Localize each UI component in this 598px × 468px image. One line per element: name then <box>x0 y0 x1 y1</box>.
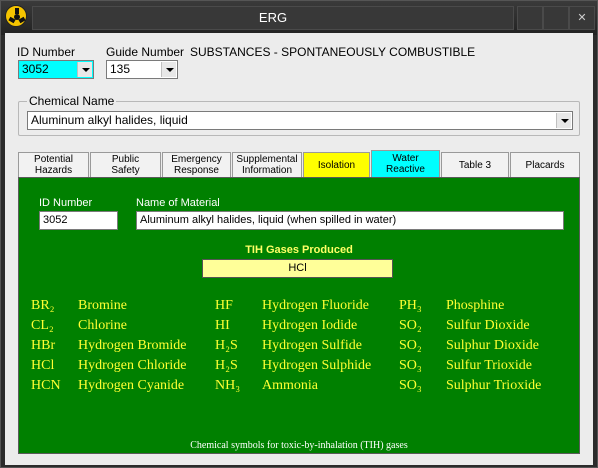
gas-symbol: SO₃ <box>399 358 422 373</box>
gas-symbol: HI <box>215 318 230 333</box>
tih-footnote: Chemical symbols for toxic-by-inhalation… <box>190 440 408 451</box>
tab-placards[interactable]: Placards <box>510 152 580 177</box>
chemical-name-group: Chemical Name Aluminum alkyl halides, li… <box>18 94 580 136</box>
title-bar[interactable]: ERG ✕ <box>1 1 597 35</box>
tab-table-3[interactable]: Table 3 <box>441 152 509 177</box>
maximize-button[interactable] <box>543 6 569 30</box>
radiation-icon[interactable] <box>5 5 27 27</box>
gas-symbol: PH₃ <box>399 298 422 313</box>
id-number-value: 3052 <box>22 62 49 76</box>
gas-name: Hydrogen Fluoride <box>262 298 369 313</box>
water-reactive-panel: ID Number 3052 Name of Material Aluminum… <box>18 177 580 454</box>
gas-name: Hydrogen Chloride <box>78 358 187 373</box>
gas-name: Hydrogen Cyanide <box>78 378 185 393</box>
id-number-label: ID Number <box>17 45 76 59</box>
chemical-name-label: Chemical Name <box>27 94 117 108</box>
main-form: ID Number 3052 Guide Number 135 SUBSTANC… <box>5 33 593 465</box>
gas-symbol: SO₃ <box>399 378 422 393</box>
panel-id-field[interactable]: 3052 <box>39 211 118 230</box>
gas-name: Sulfur Trioxide <box>446 358 532 373</box>
minimize-button[interactable] <box>517 6 543 30</box>
tab-emergency-response[interactable]: Emergency Response <box>162 152 231 177</box>
panel-name-field[interactable]: Aluminum alkyl halides, liquid (when spi… <box>136 211 564 230</box>
gas-symbol: BR₂ <box>31 298 55 313</box>
chevron-down-icon[interactable] <box>161 62 176 77</box>
tab-potential-hazards[interactable]: Potential Hazards <box>18 152 89 177</box>
erg-window: ERG ✕ ID Number 3052 Guide Number 135 SU… <box>0 0 598 468</box>
gas-name: Sulfur Dioxide <box>446 318 530 333</box>
gas-name: Hydrogen Iodide <box>262 318 358 333</box>
gas-symbol: SO₂ <box>399 338 422 353</box>
id-number-select[interactable]: 3052 <box>18 60 94 79</box>
tab-supplemental-information[interactable]: Supplemental Information <box>232 152 302 177</box>
gas-name: Sulphur Dioxide <box>446 338 539 353</box>
chemical-name-select[interactable]: Aluminum alkyl halides, liquid <box>27 111 573 130</box>
chevron-down-icon[interactable] <box>77 62 92 77</box>
tih-gas-field[interactable]: HCl <box>202 259 393 278</box>
gas-name: Phosphine <box>446 298 505 313</box>
gas-symbol: HBr <box>31 338 56 353</box>
panel-name-label: Name of Material <box>136 197 220 209</box>
window-title: ERG <box>32 6 514 30</box>
guide-number-select[interactable]: 135 <box>106 60 178 79</box>
gas-name: Hydrogen Sulphide <box>262 358 372 373</box>
gas-symbol: SO₂ <box>399 318 422 333</box>
tab-isolation[interactable]: Isolation <box>303 152 370 177</box>
gas-name: Hydrogen Bromide <box>78 338 187 353</box>
gas-symbol: HCN <box>31 378 61 393</box>
panel-id-label: ID Number <box>39 197 93 209</box>
gas-symbol: NH₃ <box>215 378 241 393</box>
guide-number-value: 135 <box>110 62 131 76</box>
guide-number-label: Guide Number <box>106 45 185 59</box>
chemical-name-value: Aluminum alkyl halides, liquid <box>31 113 188 127</box>
gas-name: Chlorine <box>78 318 127 333</box>
guide-title: SUBSTANCES - SPONTANEOUSLY COMBUSTIBLE <box>190 45 476 59</box>
gas-name: Sulphur Trioxide <box>446 378 542 393</box>
close-button[interactable]: ✕ <box>569 6 595 30</box>
tab-water-reactive[interactable]: Water Reactive <box>371 150 440 177</box>
chevron-down-icon[interactable] <box>556 113 571 128</box>
gas-name: Ammonia <box>262 378 318 393</box>
tih-title: TIH Gases Produced <box>245 244 353 256</box>
gas-symbol: HF <box>215 298 233 313</box>
gas-symbol: HCl <box>31 358 55 373</box>
gas-symbol: H₂S <box>215 338 238 353</box>
gas-name: Hydrogen Sulfide <box>262 338 362 353</box>
gas-symbol: H₂S <box>215 358 238 373</box>
tab-public-safety[interactable]: Public Safety <box>90 152 161 177</box>
gas-symbol: CL₂ <box>31 318 54 333</box>
gas-name: Bromine <box>78 298 127 313</box>
